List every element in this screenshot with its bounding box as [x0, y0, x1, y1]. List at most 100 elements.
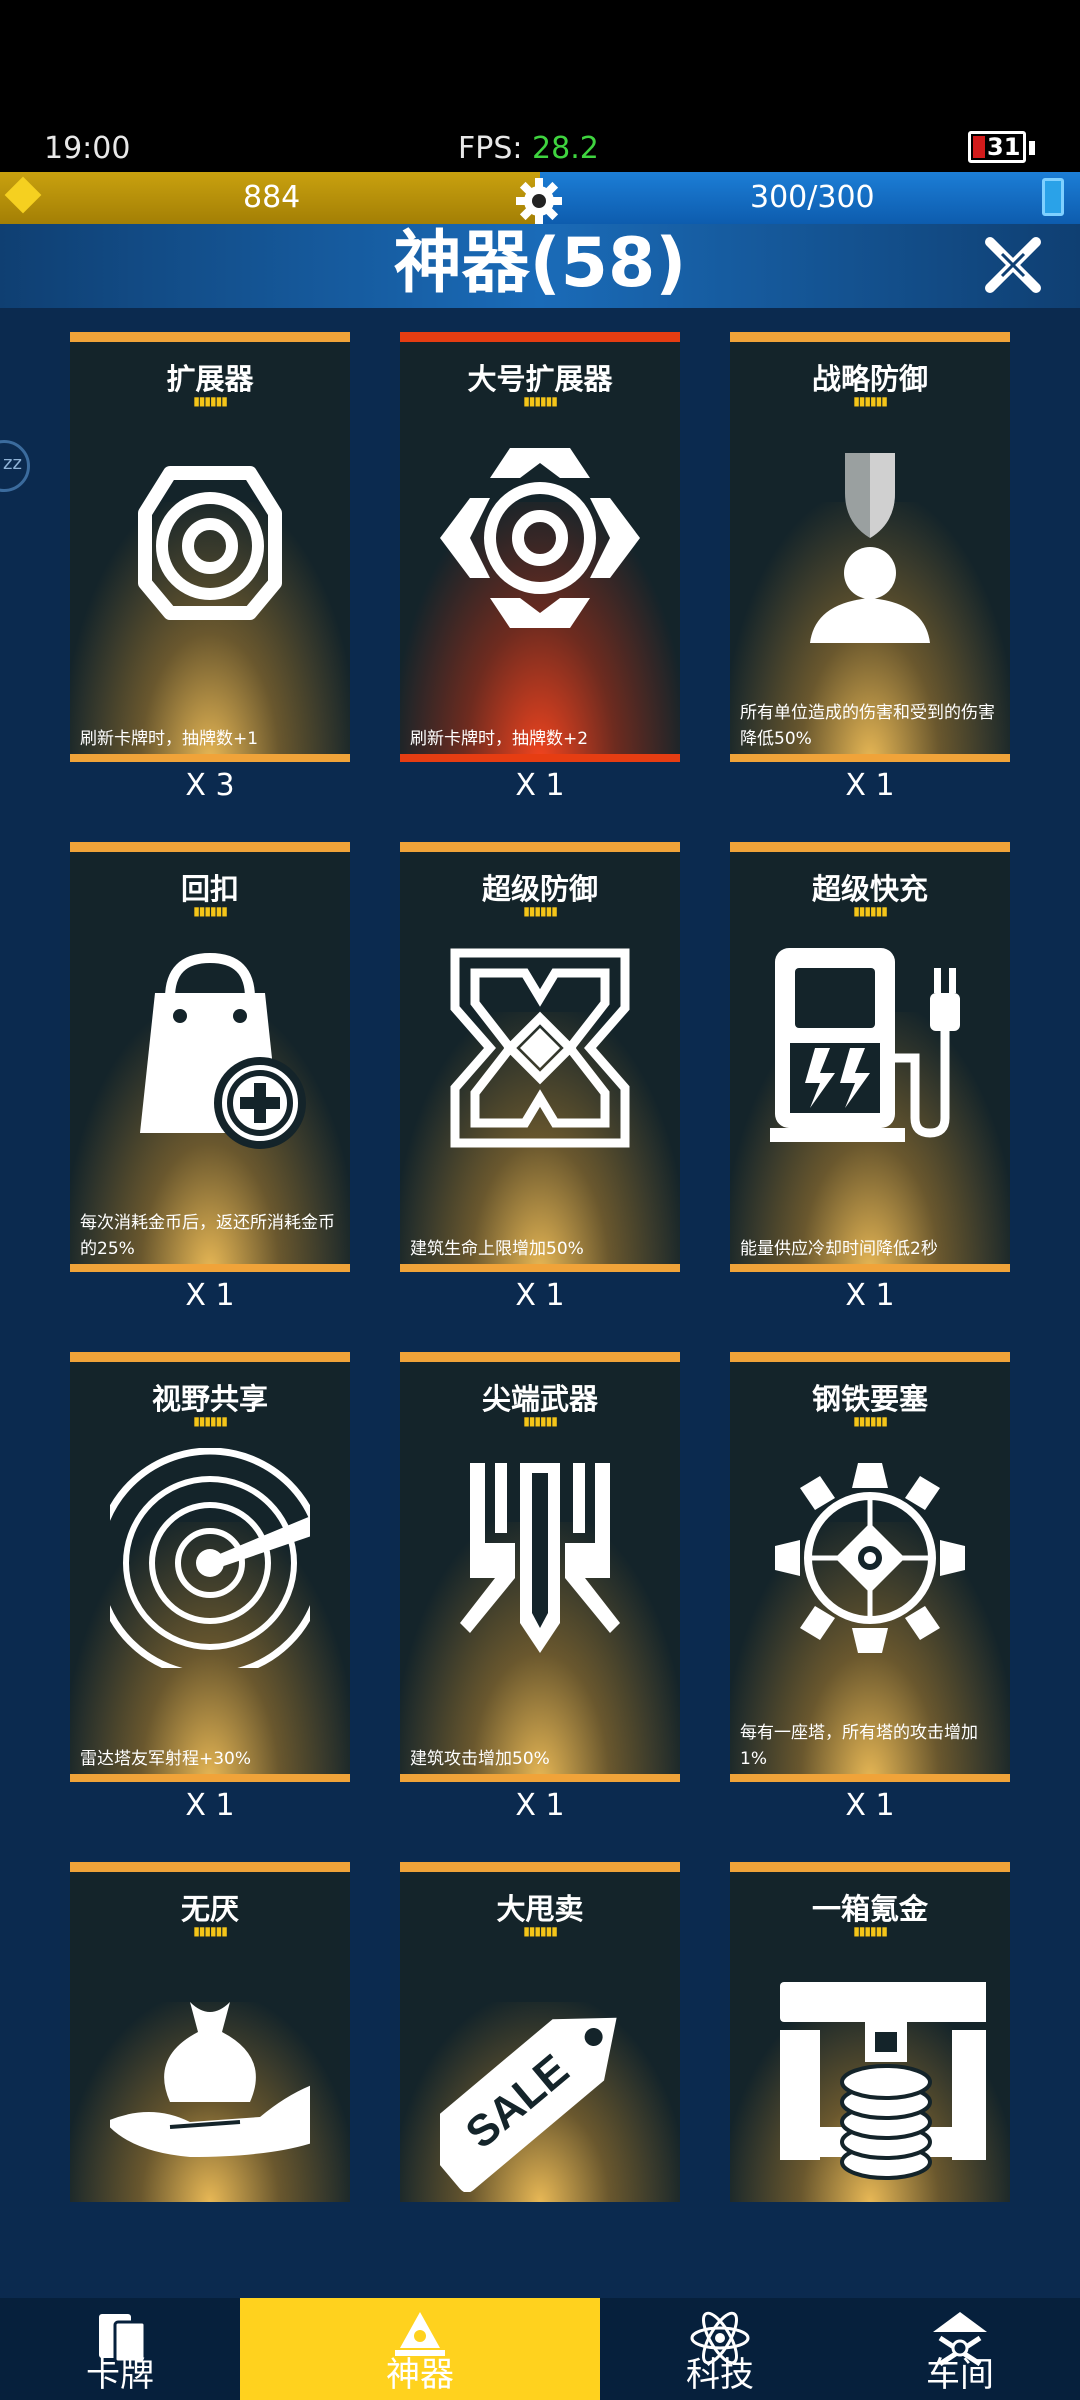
tab-label: 科技	[686, 2355, 754, 2395]
artifact-quantity: X 1	[185, 1788, 235, 1823]
artifact-card[interactable]: 扩展器 ▮▮▮▮▮▮ 刷新卡牌时，抽牌数+1	[70, 332, 350, 762]
treasure-chest-coins-icon	[780, 1982, 986, 2180]
armor-pattern-icon	[450, 948, 630, 1148]
side-indicator[interactable]: zz	[0, 440, 30, 492]
fps-readout: FPS: 28.2	[458, 131, 599, 166]
artifact-quantity: X 1	[185, 1278, 235, 1313]
energy-amount: 300/300	[750, 180, 875, 215]
artifact-name: 一箱氪金	[811, 1892, 928, 1926]
artifact-name: 大甩卖	[496, 1892, 584, 1926]
battery-tip	[1029, 141, 1035, 155]
artifact-card[interactable]: 一箱氪金 ▮▮▮▮▮▮	[730, 1862, 1010, 2202]
artifact-card[interactable]: 无厌 ▮▮▮▮▮▮	[70, 1862, 350, 2202]
tab-label: 车间	[926, 2355, 994, 2395]
page-title: 神器(58)	[393, 224, 687, 303]
rarity-stars: ▮▮▮▮▮▮	[523, 1924, 558, 1938]
rarity-stars: ▮▮▮▮▮▮	[523, 394, 558, 408]
rarity-bottom-line	[400, 754, 680, 762]
rarity-top-line	[400, 1862, 680, 1872]
artifact-card[interactable]: 大号扩展器 ▮▮▮▮▮▮ 刷新卡牌时，抽牌数+2	[400, 332, 680, 762]
rarity-top-line	[730, 842, 1010, 852]
status-bar: 19:00 FPS: 28.2 31	[0, 125, 1080, 175]
tab-workshop[interactable]: 车间	[840, 2298, 1080, 2400]
rarity-stars: ▮▮▮▮▮▮	[853, 1924, 888, 1938]
artifact-card[interactable]: 战略防御 ▮▮▮▮▮▮ 所有单位造成的伤害和受到的伤害降低50%	[730, 332, 1010, 762]
money-bag-hand-icon	[110, 2002, 310, 2157]
artifact-card[interactable]: 尖端武器 ▮▮▮▮▮▮ 建筑攻击增加50%	[400, 1352, 680, 1782]
artifact-card[interactable]: 视野共享 ▮▮▮▮▮▮ 雷达塔友军射程+30%	[70, 1352, 350, 1782]
octagon-target-icon	[138, 466, 282, 620]
bottom-tab-bar: 卡牌 神器 科技 车间	[0, 2298, 1080, 2400]
rarity-top-line	[70, 1862, 350, 1872]
fps-value: 28.2	[532, 131, 599, 166]
artifact-name: 无厌	[180, 1892, 239, 1926]
rarity-top-line	[730, 332, 1010, 342]
tab-artifacts[interactable]: 神器	[240, 2298, 600, 2400]
artifact-description: 每次消耗金币后，返还所消耗金币的25%	[80, 1213, 335, 1259]
tab-label: 卡牌	[86, 2355, 154, 2395]
rarity-top-line	[400, 1352, 680, 1362]
rarity-stars: ▮▮▮▮▮▮	[193, 1414, 228, 1428]
close-icon[interactable]	[978, 230, 1048, 300]
artifact-quantity: X 1	[515, 1278, 565, 1313]
rarity-bottom-line	[70, 1264, 350, 1272]
rarity-bottom-line	[730, 1264, 1010, 1272]
rarity-stars: ▮▮▮▮▮▮	[853, 1414, 888, 1428]
clock: 19:00	[44, 131, 131, 166]
artifact-name: 视野共享	[151, 1382, 268, 1416]
energy-panel: 300/300	[540, 172, 1080, 224]
rarity-stars: ▮▮▮▮▮▮	[193, 1924, 228, 1938]
artifact-card[interactable]: 大甩卖 ▮▮▮▮▮▮ SALE	[400, 1862, 680, 2202]
artifact-name: 大号扩展器	[467, 362, 613, 396]
artifact-card[interactable]: 超级防御 ▮▮▮▮▮▮ 建筑生命上限增加50%	[400, 842, 680, 1272]
artifact-name: 回扣	[180, 872, 239, 906]
rarity-stars: ▮▮▮▮▮▮	[193, 904, 228, 918]
artifact-description: 建筑攻击增加50%	[410, 1749, 550, 1769]
shield-person-icon	[810, 453, 930, 643]
radar-icon	[110, 1448, 310, 1668]
rarity-top-line	[400, 332, 680, 342]
battery-icon: 31	[968, 131, 1035, 163]
fps-label: FPS:	[458, 131, 523, 166]
battery-level: 31	[987, 133, 1021, 161]
rarity-stars: ▮▮▮▮▮▮	[853, 394, 888, 408]
fortress-wheel-icon	[775, 1463, 965, 1653]
rarity-top-line	[730, 1352, 1010, 1362]
gear-icon[interactable]	[514, 176, 564, 226]
rarity-stars: ▮▮▮▮▮▮	[193, 394, 228, 408]
rarity-top-line	[70, 842, 350, 852]
shopping-bag-plus-icon	[140, 952, 306, 1149]
tab-label: 神器	[386, 2355, 454, 2395]
artifact-name: 扩展器	[166, 362, 254, 396]
rarity-stars: ▮▮▮▮▮▮	[523, 904, 558, 918]
rarity-top-line	[70, 1352, 350, 1362]
rarity-top-line	[70, 332, 350, 342]
rarity-bottom-line	[70, 754, 350, 762]
artifact-name: 战略防御	[811, 362, 928, 396]
artifact-name: 超级防御	[481, 872, 598, 906]
artifact-quantity: X 1	[515, 768, 565, 803]
rarity-bottom-line	[70, 1774, 350, 1782]
artifact-description: 能量供应冷却时间降低2秒	[740, 1239, 938, 1259]
artifact-card[interactable]: 回扣 ▮▮▮▮▮▮ 每次消耗金币后，返还所消耗金币的25%	[70, 842, 350, 1272]
gold-diamond-icon	[4, 176, 42, 214]
artifact-quantity: X 1	[845, 768, 895, 803]
gold-amount: 884	[243, 180, 301, 215]
artifact-card[interactable]: 钢铁要塞 ▮▮▮▮▮▮ 每有一座塔，所有塔的攻击增加1%	[730, 1352, 1010, 1782]
blade-emblem-icon	[460, 1463, 620, 1653]
artifact-name: 尖端武器	[481, 1382, 598, 1416]
side-indicator-label: zz	[3, 453, 22, 474]
artifact-quantity: X 1	[845, 1278, 895, 1313]
artifact-quantity: X 3	[185, 768, 235, 803]
tab-cards[interactable]: 卡牌	[0, 2298, 240, 2400]
energy-battery-icon	[1042, 178, 1064, 216]
sale-tag-icon: SALE	[440, 2017, 617, 2192]
rarity-top-line	[730, 1862, 1010, 1872]
rarity-top-line	[400, 842, 680, 852]
artifact-name: 超级快充	[811, 872, 928, 906]
battery-fill	[973, 136, 985, 158]
artifact-description: 建筑生命上限增加50%	[410, 1239, 584, 1259]
tab-tech[interactable]: 科技	[600, 2298, 840, 2400]
artifact-card[interactable]: 超级快充 ▮▮▮▮▮▮ 能量供应冷却时间降低2秒	[730, 842, 1010, 1272]
artifact-description: 所有单位造成的伤害和受到的伤害降低50%	[740, 703, 995, 749]
